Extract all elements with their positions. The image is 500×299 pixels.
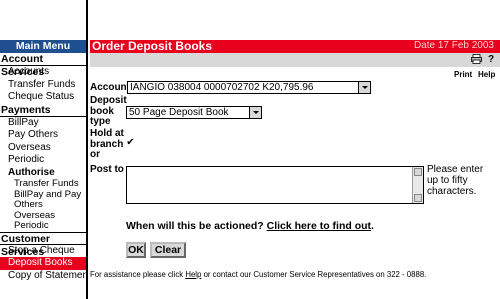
sidebar-item-pay-others[interactable]: Pay Others [0,129,86,142]
assistance-footer: For assistance please click Help or cont… [90,270,426,279]
deposit-book-type-label: Deposit book type [90,95,127,127]
footer-suffix: or contact our Customer Service Represen… [203,270,427,279]
main-menu-sidebar: Main Menu Account Services Accounts Tran… [0,0,88,299]
hold-at-branch-label: Hold at branch or [90,128,124,160]
account-select-value: IANGIO 038004 0000702702 K20,795.96 [130,82,314,93]
scroll-up-icon[interactable] [414,168,422,176]
print-link[interactable]: Print [454,70,472,79]
account-label: Account [90,82,130,93]
sidebar-item-accounts[interactable]: Accounts [0,66,86,79]
post-to-hint: Please enter up to fifty characters. [427,164,484,197]
sidebar-item-transfer-funds[interactable]: Transfer Funds [0,79,86,92]
sidebar-item-periodic[interactable]: Periodic [0,154,86,167]
ok-button[interactable]: OK [126,242,146,258]
hold-at-branch-checkbox[interactable]: ✔ [126,138,135,148]
sidebar-item-authorise-transfer-funds[interactable]: Transfer Funds [0,178,86,190]
scroll-down-icon[interactable] [414,194,422,202]
help-link[interactable]: Help [478,70,495,79]
sidebar-item-deposit-books[interactable]: Deposit Books [0,257,86,270]
sidebar-item-billpay[interactable]: BillPay [0,117,86,130]
main-menu-header: Main Menu [0,40,86,53]
post-to-textarea[interactable] [126,166,424,204]
when-actioned-period: . [371,220,374,232]
question-icon[interactable]: ? [485,54,497,66]
post-to-scrollbar[interactable] [412,167,423,203]
sidebar-item-stop-cheque[interactable]: Stop a Cheque [0,245,86,258]
deposit-book-type-select[interactable]: 50 Page Deposit Book [126,106,262,119]
title-bar: Order Deposit Books Date 17 Feb 2003 [90,39,500,53]
date-label: Date 17 Feb 2003 [413,40,494,51]
page-title: Order Deposit Books [92,39,213,53]
account-select[interactable]: IANGIO 038004 0000702702 K20,795.96 [127,81,371,94]
payments-heading: Payments [0,104,86,117]
sidebar-item-overseas[interactable]: Overseas [0,142,86,155]
printer-icon[interactable] [470,54,482,66]
post-to-label: Post to [90,164,124,175]
deposit-book-type-value: 50 Page Deposit Book [129,107,229,118]
sidebar-item-authorise-billpay-pay-others[interactable]: BillPay and Pay Others [0,189,86,211]
customer-services-heading: Customer Services [0,231,86,258]
clear-button[interactable]: Clear [150,242,186,258]
account-services-heading: Account Services [0,53,86,78]
when-actioned-text: When will this be actioned? Click here t… [126,220,374,232]
sidebar-item-copy-of-statement[interactable]: Copy of Statement [0,270,86,283]
when-actioned-question: When will this be actioned? [126,220,264,232]
chevron-down-icon[interactable] [358,82,370,93]
footer-prefix: For assistance please click [90,270,184,279]
sidebar-item-cheque-status[interactable]: Cheque Status [0,91,86,104]
click-here-link[interactable]: Click here to find out [267,220,371,232]
footer-help-link[interactable]: Help [185,270,201,279]
sidebar-item-authorise-periodic[interactable]: Periodic [0,220,86,232]
chevron-down-icon[interactable] [249,107,261,118]
toolbar: ? [90,53,500,67]
